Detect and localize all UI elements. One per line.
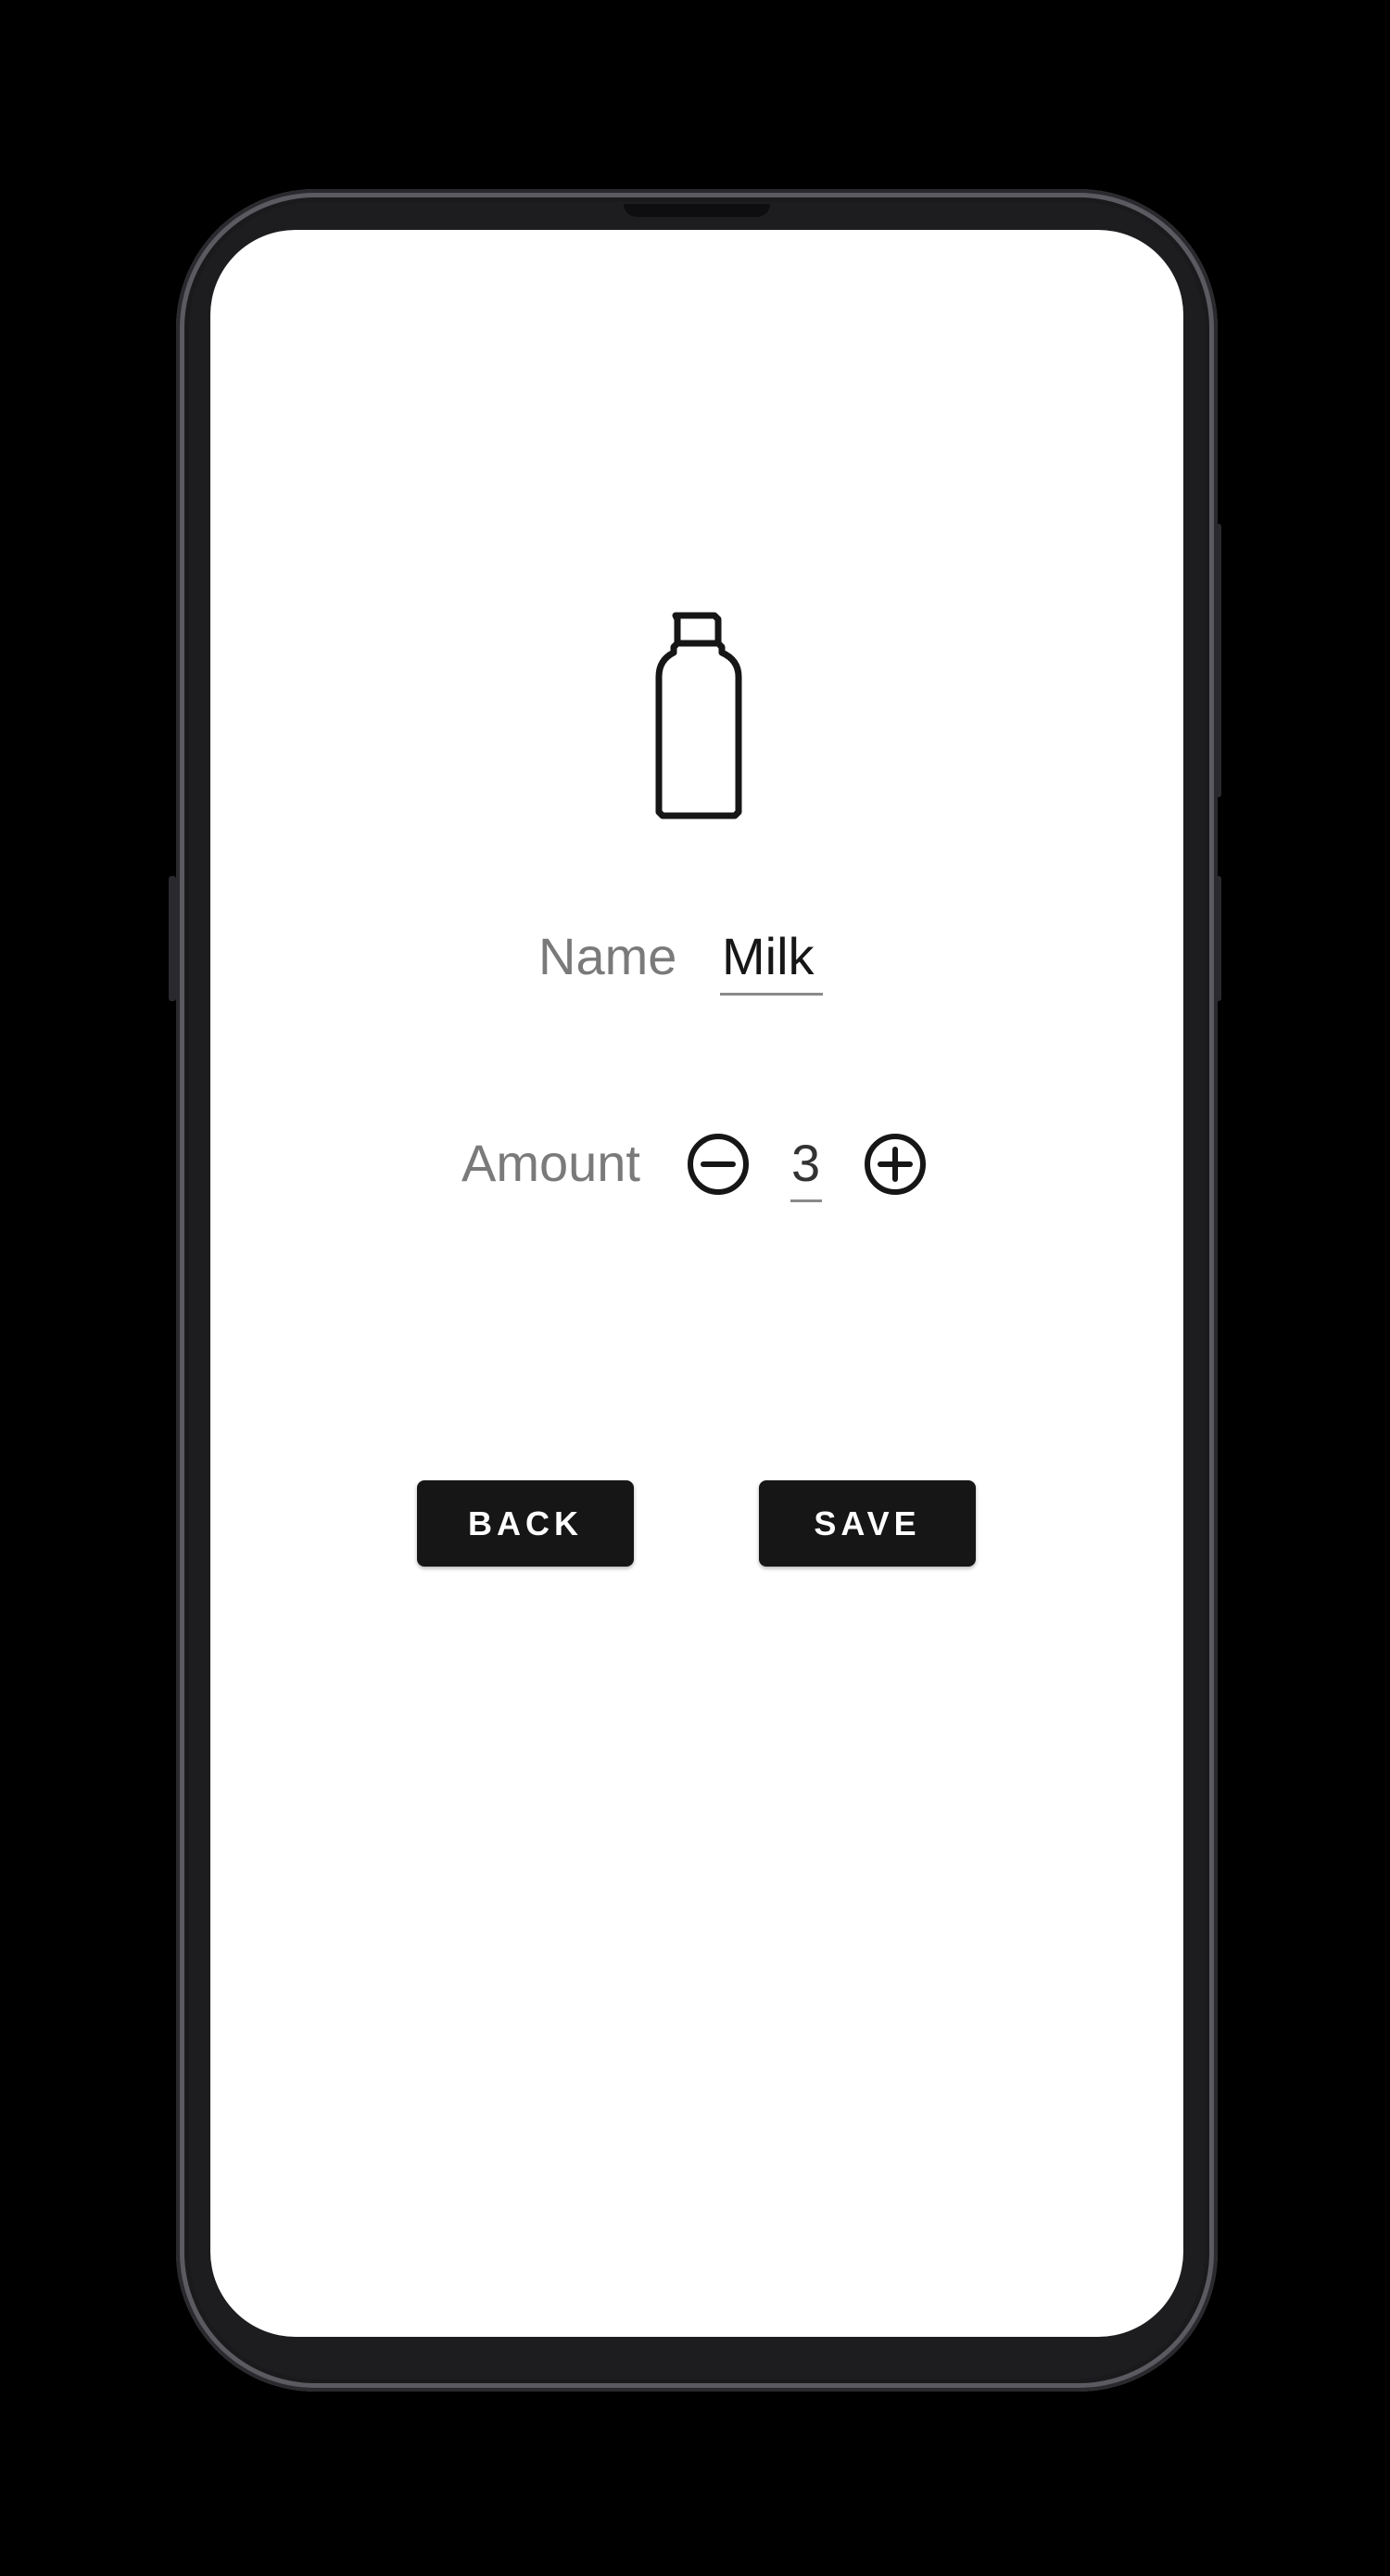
side-button-left bbox=[169, 876, 176, 1001]
back-button[interactable]: BACK bbox=[417, 1480, 634, 1567]
app-screen: Name Milk Amount 3 BACK SAVE bbox=[210, 230, 1183, 2337]
name-input-underline bbox=[720, 993, 823, 996]
speaker-notch bbox=[624, 204, 770, 217]
amount-input-underline bbox=[790, 1199, 822, 1202]
save-button[interactable]: SAVE bbox=[759, 1480, 976, 1567]
amount-input[interactable]: 3 bbox=[791, 1137, 820, 1189]
amount-label: Amount bbox=[461, 1134, 640, 1192]
name-input[interactable]: Milk bbox=[722, 931, 815, 983]
power-button bbox=[1214, 524, 1221, 797]
milk-bottle-icon bbox=[655, 612, 742, 819]
volume-button bbox=[1214, 876, 1221, 1001]
name-label: Name bbox=[538, 927, 677, 985]
plus-circle-icon[interactable] bbox=[864, 1133, 927, 1196]
minus-circle-icon[interactable] bbox=[687, 1133, 750, 1196]
